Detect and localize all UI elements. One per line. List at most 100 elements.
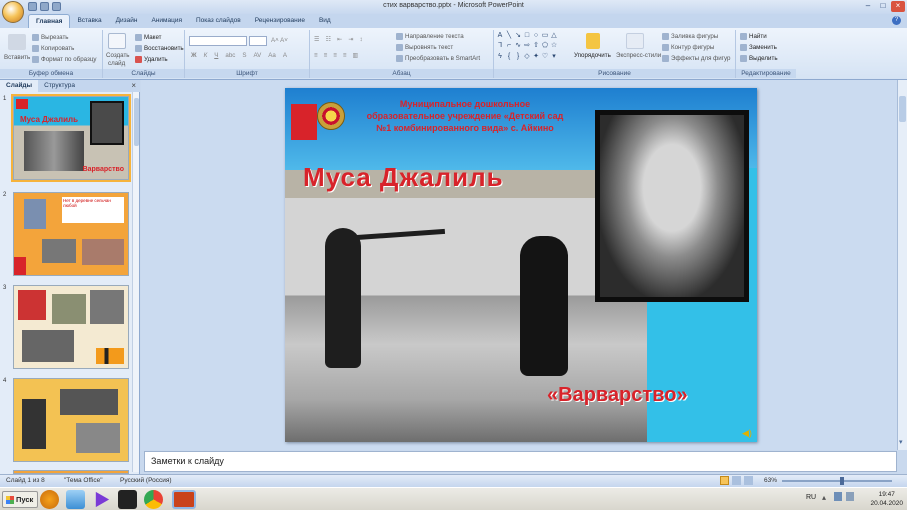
oval-shape-icon[interactable]: ○ (532, 32, 540, 41)
copy-button[interactable]: Копировать (32, 45, 74, 52)
media-player-icon[interactable] (40, 490, 59, 509)
clock[interactable]: 19:47 20.04.2020 (870, 490, 903, 508)
close-button[interactable]: × (891, 1, 905, 12)
vertical-scrollbar[interactable]: ▾ (897, 80, 907, 450)
list-buttons[interactable]: ☰ ☷ ⇤ ⇥ ↕ (314, 36, 363, 43)
rounded-rect-shape-icon[interactable]: ▭ (541, 32, 549, 41)
bold-icon[interactable]: Ж (191, 52, 197, 59)
explorer-icon[interactable] (66, 490, 85, 509)
paste-button[interactable]: Вставить (4, 54, 30, 61)
shadow-icon[interactable]: S (242, 52, 246, 59)
outdent-icon[interactable]: ⇥ (348, 36, 353, 43)
align-text-button[interactable]: Выровнять текст (396, 44, 453, 51)
block-arrow-shape-icon[interactable]: ⇨ (523, 42, 531, 51)
scroll-thumb[interactable] (899, 96, 906, 122)
quick-styles-icon[interactable] (626, 33, 644, 49)
language-indicator[interactable]: Русский (Россия) (120, 477, 172, 484)
underline-icon[interactable]: Ч (214, 52, 218, 59)
chrome-icon[interactable] (144, 490, 163, 509)
font-size-combo[interactable] (249, 36, 267, 46)
paste-icon[interactable] (8, 34, 26, 50)
text-direction-button[interactable]: Направление текста (396, 33, 464, 40)
start-button[interactable]: Пуск (2, 491, 38, 508)
rect-shape-icon[interactable]: □ (523, 32, 531, 41)
shape-outline-button[interactable]: Контур фигуры (662, 44, 714, 51)
align-buttons[interactable]: ≡ ≡ ≡ ≡ ▥ (314, 52, 358, 59)
curve-shape-icon[interactable]: ∿ (514, 42, 522, 51)
align-center-icon[interactable]: ≡ (324, 52, 328, 59)
slide-thumbnail-1[interactable]: Муса Джалиль Варварство (11, 94, 131, 182)
spacing-icon[interactable]: AV (254, 52, 262, 59)
align-right-icon[interactable]: ≡ (333, 52, 337, 59)
shape-fill-button[interactable]: Заливка фигуры (662, 33, 718, 40)
font-format-buttons[interactable]: Ж К Чabc S AV Aa A (191, 52, 287, 59)
strike-icon[interactable]: abc (225, 52, 235, 59)
delete-slide-button[interactable]: Удалить (135, 56, 168, 63)
more-shapes-icon[interactable]: ▾ (550, 53, 558, 62)
find-button[interactable]: Найти (740, 33, 767, 40)
font-family-combo[interactable] (189, 36, 247, 46)
tab-view[interactable]: Вид (312, 14, 338, 28)
tray-arrow-icon[interactable]: ▴ (822, 493, 826, 502)
new-slide-label-1[interactable]: Создать (106, 52, 130, 59)
slideshow-view-icon[interactable] (744, 476, 753, 485)
line-shape-icon[interactable]: ╲ (505, 32, 513, 41)
callout-shape-icon[interactable]: ◇ (523, 53, 531, 62)
tab-slides[interactable]: Слайды (0, 80, 39, 92)
grow-font-button[interactable]: A˄ A˅ (271, 37, 288, 44)
tab-home[interactable]: Главная (28, 14, 71, 28)
case-icon[interactable]: Aa (268, 52, 276, 59)
sorter-view-icon[interactable] (732, 476, 741, 485)
close-pane-icon[interactable]: × (131, 81, 136, 90)
tab-review[interactable]: Рецензирование (248, 14, 312, 28)
language-tray[interactable]: RU (806, 494, 816, 501)
star4-shape-icon[interactable]: ✦ (532, 53, 540, 62)
indent-icon[interactable]: ⇤ (337, 36, 342, 43)
star-shape-icon[interactable]: ☆ (550, 42, 558, 51)
arrange-button[interactable]: Упорядочить (574, 52, 611, 59)
layout-button[interactable]: Макет (135, 34, 162, 41)
numbering-icon[interactable]: ☷ (326, 36, 332, 43)
scroll-thumb[interactable] (134, 98, 139, 146)
maximize-button[interactable]: □ (876, 1, 890, 12)
elbow-shape-icon[interactable]: ⌐ (505, 42, 513, 51)
lightning-shape-icon[interactable]: ϟ (496, 53, 504, 62)
bullets-icon[interactable]: ☰ (314, 36, 320, 43)
format-painter-button[interactable]: Формат по образцу (32, 56, 96, 63)
next-slide-icon[interactable]: ▾ (899, 439, 903, 446)
slide-canvas[interactable]: Муниципальное дошкольное образовательное… (285, 88, 757, 442)
slide-thumbnail-3[interactable] (13, 285, 129, 369)
connector-shape-icon[interactable]: ᒣ (496, 42, 504, 51)
line-spacing-icon[interactable]: ↕ (360, 36, 363, 43)
select-button[interactable]: Выделить (740, 55, 778, 62)
tab-outline[interactable]: Структура (38, 80, 81, 92)
office-button[interactable] (2, 1, 24, 23)
pentagon-shape-icon[interactable]: ⬠ (541, 42, 549, 51)
slide-thumbnail-4[interactable] (13, 378, 129, 462)
notes-pane[interactable]: Заметки к слайду (144, 451, 897, 472)
media-app-icon[interactable] (118, 490, 137, 509)
new-slide-label-2[interactable]: слайд (108, 60, 125, 67)
quick-styles-button[interactable]: Экспресс-стили (616, 52, 661, 59)
zoom-slider[interactable] (782, 480, 892, 482)
zoom-slider-thumb[interactable] (840, 477, 844, 485)
smartart-button[interactable]: Преобразовать в SmartArt (396, 55, 480, 62)
textbox-shape-icon[interactable]: A (496, 32, 504, 41)
shapes-gallery[interactable]: A ╲ ↘ □ ○ ▭ △ ᒣ ⌐ ∿ ⇨ ⇧ ⬠ ☆ ϟ{} ◇ ✦ ♡ ▾ (496, 32, 558, 62)
justify-icon[interactable]: ≡ (343, 52, 347, 59)
heart-shape-icon[interactable]: ♡ (541, 53, 549, 62)
brace-right-shape-icon[interactable]: } (514, 53, 522, 62)
help-icon[interactable]: ? (892, 16, 901, 25)
volume-icon[interactable] (846, 492, 854, 501)
pane-scrollbar[interactable] (132, 92, 139, 472)
new-slide-icon[interactable] (108, 33, 126, 49)
tab-design[interactable]: Дизайн (109, 14, 145, 28)
powerpoint-taskbar-icon[interactable] (172, 490, 196, 509)
slide-thumbnail-2[interactable]: Нет в деревне сельчан любой (13, 192, 129, 276)
up-arrow-shape-icon[interactable]: ⇧ (532, 42, 540, 51)
brace-left-shape-icon[interactable]: { (505, 53, 513, 62)
tab-insert[interactable]: Вставка (70, 14, 108, 28)
arrow-shape-icon[interactable]: ↘ (514, 32, 522, 41)
cut-button[interactable]: Вырезать (32, 34, 69, 41)
shape-effects-button[interactable]: Эффекты для фигур (662, 55, 730, 62)
